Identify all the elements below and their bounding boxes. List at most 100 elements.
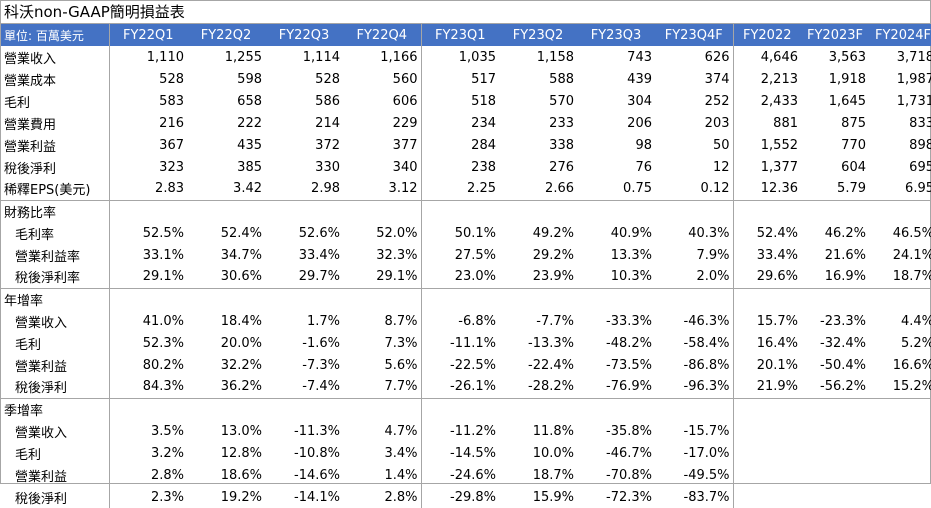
- value-cell: 606: [343, 90, 422, 112]
- income-statement-sheet: 科沃non-GAAP簡明損益表 單位: 百萬美元 FY22Q1 FY22Q2 FY22…: [0, 0, 931, 508]
- value-cell: 18.7%: [892, 269, 931, 285]
- value-cell: 304: [627, 93, 652, 109]
- value-cell: 49.2%: [532, 225, 574, 241]
- table-row: 毛利 3.2% 12.8% -10.8% 3.4% -14.5% 10.0% -46.7% -1…: [1, 442, 931, 464]
- value-cell: [869, 420, 931, 442]
- value-cell: 658: [237, 93, 262, 109]
- empty-cell: [421, 199, 499, 222]
- value-cell: 1,255: [224, 49, 262, 65]
- value-cell: -7.3%: [302, 357, 340, 373]
- value-cell: 18.4%: [220, 313, 262, 329]
- value-cell: 2.8%: [343, 486, 422, 508]
- table-row: 稅後淨利率 29.1% 30.6% 29.7% 29.1% 23.0% 23.9% 10.3%…: [1, 266, 931, 288]
- value-cell: 8.7%: [343, 310, 422, 332]
- table-row: 營業收入 1,110 1,255 1,114 1,166 1,035 1,158 743 626…: [1, 46, 931, 68]
- row-label: 毛利: [1, 332, 110, 354]
- value-cell: 52.3%: [142, 335, 184, 351]
- table-row: 稀釋EPS(美元) 2.83 3.42 2.98 3.12 2.25 2.66 0.75 0.1…: [1, 178, 931, 200]
- empty-cell: [343, 397, 422, 420]
- value-cell: -96.3%: [655, 376, 734, 398]
- sheet-title: 科沃non-GAAP簡明損益表: [1, 1, 930, 24]
- value-cell: 12.36: [760, 181, 798, 197]
- value-cell: -14.6%: [294, 467, 340, 483]
- value-cell: 2.83: [155, 181, 184, 197]
- value-cell: -35.8%: [606, 423, 652, 439]
- value-cell: 46.2%: [824, 225, 866, 241]
- value-cell: 276: [549, 159, 574, 175]
- row-label: 營業利益: [1, 354, 110, 376]
- value-cell: 338: [549, 137, 574, 153]
- value-cell: -11.3%: [294, 423, 340, 439]
- value-cell: 214: [315, 115, 340, 131]
- value-cell: 340: [343, 156, 422, 178]
- value-cell: 2.8%: [150, 467, 184, 483]
- value-cell: 24.1%: [892, 247, 931, 263]
- section-title-row: 年增率: [1, 287, 931, 310]
- value-cell: 330: [315, 159, 340, 175]
- value-cell: 23.9%: [532, 269, 574, 285]
- value-cell: 1,158: [536, 49, 574, 65]
- value-cell: 4,646: [760, 49, 798, 65]
- value-cell: 881: [773, 115, 798, 131]
- value-cell: 1.4%: [343, 464, 422, 486]
- value-cell: 3.5%: [150, 423, 184, 439]
- row-label: 毛利率: [1, 222, 110, 244]
- value-cell: 743: [627, 49, 652, 65]
- value-cell: -1.6%: [302, 335, 340, 351]
- value-cell: 40.9%: [610, 225, 652, 241]
- empty-cell: [655, 397, 734, 420]
- value-cell: 385: [237, 159, 262, 175]
- value-cell: 588: [549, 71, 574, 87]
- table-row: 稅後淨利 323 385 330 340 238 276 76 12 1,377 604 695: [1, 156, 931, 178]
- value-cell: 7.7%: [343, 376, 422, 398]
- empty-cell: [577, 287, 655, 310]
- value-cell: 222: [237, 115, 262, 131]
- empty-cell: [801, 199, 869, 222]
- column-header: FY23Q3: [577, 24, 655, 46]
- value-cell: 586: [315, 93, 340, 109]
- value-cell: 29.1%: [142, 269, 184, 285]
- empty-cell: [869, 287, 931, 310]
- value-cell: 16.4%: [756, 335, 798, 351]
- value-cell: 216: [159, 115, 184, 131]
- column-header: FY22Q1: [109, 24, 187, 46]
- table-row: 營業利益 2.8% 18.6% -14.6% 1.4% -24.6% 18.7% -70.8%…: [1, 464, 931, 486]
- value-cell: 27.5%: [454, 247, 496, 263]
- empty-cell: [869, 199, 931, 222]
- value-cell: 1,987: [896, 71, 931, 87]
- value-cell: 233: [549, 115, 574, 131]
- value-cell: 1,114: [302, 49, 340, 65]
- value-cell: 52.5%: [142, 225, 184, 241]
- column-header: FY2022: [733, 24, 801, 46]
- section-title-row: 季增率: [1, 397, 931, 420]
- empty-cell: [499, 287, 577, 310]
- value-cell: 560: [343, 68, 422, 90]
- section-title: 財務比率: [1, 199, 110, 222]
- value-cell: 6.95: [905, 181, 931, 197]
- value-cell: 33.4%: [298, 247, 340, 263]
- table-row: 營業利益 80.2% 32.2% -7.3% 5.6% -22.5% -22.4% -73.5…: [1, 354, 931, 376]
- value-cell: -7.4%: [302, 379, 340, 395]
- value-cell: 41.0%: [142, 313, 184, 329]
- value-cell: 36.2%: [220, 379, 262, 395]
- value-cell: 2,433: [760, 93, 798, 109]
- value-cell: 21.6%: [824, 247, 866, 263]
- value-cell: 32.3%: [343, 244, 422, 266]
- value-cell: [733, 486, 801, 508]
- header-row: 單位: 百萬美元 FY22Q1 FY22Q2 FY22Q3 FY22Q4 FY23Q1 FY…: [1, 24, 931, 46]
- value-cell: -6.8%: [458, 313, 496, 329]
- value-cell: -11.1%: [450, 335, 496, 351]
- table-row: 稅後淨利 2.3% 19.2% -14.1% 2.8% -29.8% 15.9% -72.3%…: [1, 486, 931, 508]
- value-cell: -76.9%: [606, 379, 652, 395]
- value-cell: 439: [627, 71, 652, 87]
- empty-cell: [343, 199, 422, 222]
- value-cell: [801, 486, 869, 508]
- value-cell: 372: [315, 137, 340, 153]
- row-label: 稅後淨利: [1, 486, 110, 508]
- value-cell: 76: [635, 159, 652, 175]
- value-cell: -46.7%: [606, 445, 652, 461]
- value-cell: -22.5%: [450, 357, 496, 373]
- value-cell: 29.6%: [756, 269, 798, 285]
- value-cell: 898: [909, 137, 931, 153]
- table-row: 營業費用 216 222 214 229 234 233 206 203 881 875 833: [1, 112, 931, 134]
